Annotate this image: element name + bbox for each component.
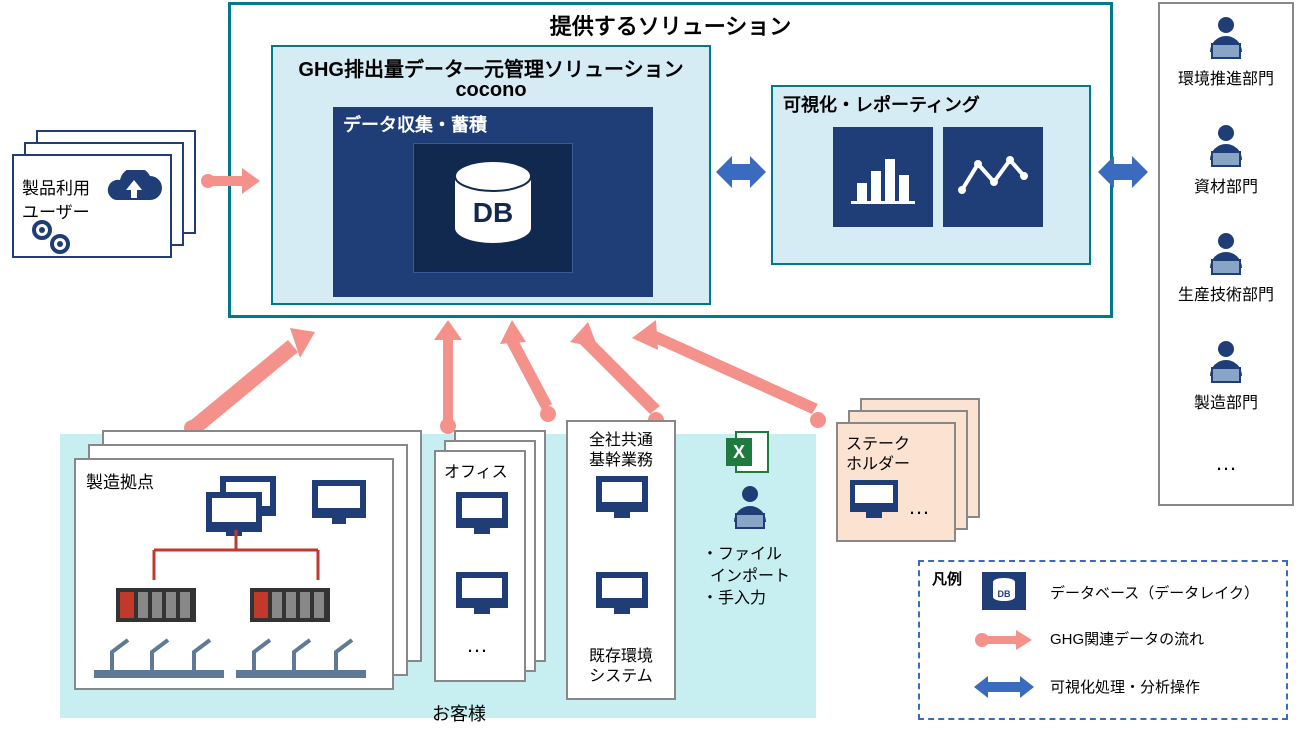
ghg-title-line2: cocono bbox=[273, 79, 709, 102]
legend-db-label: データベース（データレイク） bbox=[1050, 582, 1259, 603]
solution-title: 提供するソリューション bbox=[231, 9, 1110, 41]
salmon-arrow-office bbox=[428, 320, 468, 436]
dept-label: 生産技術部門 bbox=[1160, 281, 1292, 305]
salmon-arrow-stake bbox=[628, 320, 828, 430]
legend-title: 凡例 bbox=[932, 568, 962, 589]
file-line1: ・ファイル bbox=[702, 540, 782, 564]
cloud-upload-icon bbox=[104, 170, 164, 208]
network-lines bbox=[136, 530, 326, 590]
legend-double-arrow bbox=[974, 674, 1034, 700]
db-text: DB bbox=[473, 197, 513, 228]
database-icon: DB bbox=[991, 577, 1017, 605]
user-card-stack: 製品利用 ユーザー bbox=[12, 130, 200, 260]
computer-icon bbox=[850, 480, 898, 520]
departments-box: 環境推進部門 資材部門 生産技術部門 製造部門 … bbox=[1158, 2, 1294, 506]
ellipsis: … bbox=[908, 494, 930, 520]
plc-icon bbox=[116, 582, 196, 628]
solution-container: 提供するソリューション GHG排出量データ一元管理ソリューション cocono … bbox=[228, 2, 1113, 318]
dept-label: 資材部門 bbox=[1160, 173, 1292, 197]
double-arrow-left bbox=[716, 152, 766, 192]
computer-icon bbox=[456, 572, 508, 616]
env-sys-line2: システム bbox=[568, 662, 674, 686]
legend-flow-label: GHG関連データの流れ bbox=[1050, 628, 1204, 649]
computer-icon bbox=[312, 480, 366, 526]
users-line1: 製品利用 bbox=[22, 174, 90, 199]
computer-icon bbox=[206, 476, 282, 536]
robot-line-icon bbox=[94, 630, 224, 684]
stake-line2: ホルダー bbox=[846, 450, 910, 474]
chart-icon-line bbox=[943, 127, 1043, 227]
visualize-title: 可視化・レポーティング bbox=[783, 91, 980, 117]
data-collect-label: データ収集・蓄積 bbox=[343, 111, 487, 137]
salmon-arrow-users bbox=[200, 166, 260, 196]
legend-box: 凡例 DB データベース（データレイク） GHG関連データの流れ 可視化処理・分… bbox=[918, 560, 1288, 720]
file-line3: ・手入力 bbox=[702, 584, 766, 608]
svg-text:DB: DB bbox=[998, 589, 1011, 599]
db-icon-box: DB bbox=[413, 143, 573, 273]
person-laptop-icon bbox=[1202, 340, 1250, 384]
file-line2: インポート bbox=[710, 562, 790, 586]
person-laptop-icon bbox=[726, 484, 774, 530]
robot-line-icon bbox=[236, 630, 366, 684]
person-laptop-icon bbox=[1202, 124, 1250, 168]
erp-card: 全社共通 基幹業務 既存環境 システム bbox=[566, 420, 676, 700]
data-collect-box: データ収集・蓄積 DB bbox=[333, 107, 653, 297]
person-laptop-icon bbox=[1202, 16, 1250, 60]
salmon-arrow-erp bbox=[500, 320, 560, 424]
legend-salmon-arrow bbox=[974, 628, 1034, 652]
double-arrow-right bbox=[1098, 152, 1148, 192]
ellipsis: … bbox=[466, 632, 488, 658]
excel-icon: X bbox=[726, 430, 770, 474]
mfg-stack: 製造拠点 bbox=[74, 430, 426, 698]
computer-icon bbox=[596, 572, 648, 616]
chart-icon-bar bbox=[833, 127, 933, 227]
computer-icon bbox=[456, 492, 508, 536]
dept-label: 環境推進部門 bbox=[1160, 65, 1292, 89]
line-chart-icon bbox=[958, 152, 1028, 202]
bar-chart-icon bbox=[851, 149, 915, 205]
stakeholder-stack: ステーク ホルダー … bbox=[836, 398, 986, 548]
ghg-box: GHG排出量データ一元管理ソリューション cocono データ収集・蓄積 DB bbox=[271, 45, 711, 305]
computer-icon bbox=[596, 476, 648, 520]
legend-viz-label: 可視化処理・分析操作 bbox=[1050, 676, 1200, 697]
salmon-arrow-mfg bbox=[180, 320, 320, 440]
plc-icon bbox=[250, 582, 330, 628]
ghg-title-line1: GHG排出量データ一元管理ソリューション bbox=[273, 53, 709, 82]
erp-line2: 基幹業務 bbox=[568, 446, 674, 470]
dept-label: 製造部門 bbox=[1160, 389, 1292, 413]
gear-icon bbox=[26, 216, 76, 258]
svg-text:X: X bbox=[733, 442, 745, 462]
ellipsis: … bbox=[1160, 450, 1292, 476]
customer-label: お客様 bbox=[432, 700, 486, 726]
legend-db-icon: DB bbox=[982, 572, 1026, 610]
person-laptop-icon bbox=[1202, 232, 1250, 276]
visualize-box: 可視化・レポーティング bbox=[771, 85, 1091, 265]
office-stack: オフィス … bbox=[434, 430, 550, 690]
office-label: オフィス bbox=[444, 458, 508, 482]
database-icon: DB bbox=[448, 158, 538, 258]
mfg-label: 製造拠点 bbox=[86, 468, 154, 493]
